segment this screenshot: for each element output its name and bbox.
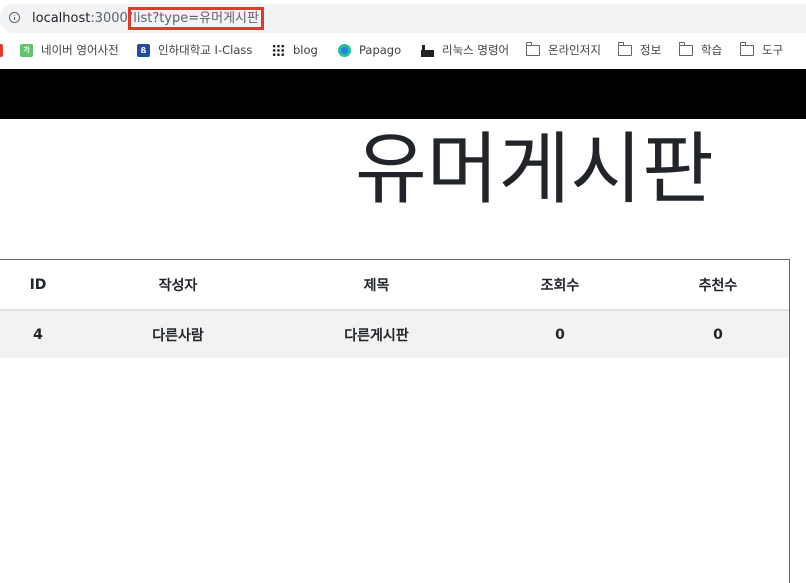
table-row[interactable]: 4 다른사람 다른게시판 0 0 <box>0 310 789 358</box>
bookmark-label: Papago <box>359 43 402 57</box>
bookmark-label: 네이버 영어사전 <box>41 43 119 57</box>
blog-dots-icon <box>272 43 285 57</box>
column-header-id: ID <box>0 260 76 311</box>
url-text[interactable]: localhost:3000/list?type=유머게시판 <box>32 7 264 30</box>
bookmark-folder-tools[interactable]: 도구 <box>739 38 784 62</box>
bookmark-label: 온라인저지 <box>548 43 601 57</box>
folder-icon <box>678 42 693 56</box>
bookmark-partial[interactable] <box>0 38 11 62</box>
red-app-icon <box>0 43 3 57</box>
table-header-row: ID 작성자 제목 조회수 추천수 <box>0 260 789 311</box>
bookmark-label: blog <box>293 43 318 57</box>
bookmark-label: 도구 <box>762 43 784 57</box>
folder-icon <box>617 42 632 56</box>
browser-chrome: localhost:3000/list?type=유머게시판 가 네이버 영어사… <box>0 0 806 69</box>
cell-id: 4 <box>33 326 43 343</box>
column-header-views: 조회수 <box>473 260 647 311</box>
bookmark-label: 인하대학교 I-Class <box>158 43 253 57</box>
bookmark-folder-study[interactable]: 학습 <box>678 38 723 62</box>
column-header-author: 작성자 <box>76 260 280 311</box>
bookmarks-bar: 가 네이버 영어사전 ß 인하대학교 I-Class blog Papago 리… <box>0 38 806 62</box>
column-header-title: 제목 <box>280 260 473 311</box>
info-icon[interactable] <box>9 12 20 23</box>
top-navbar <box>0 69 806 119</box>
url-host: localhost <box>32 11 91 26</box>
bookmark-folder-info[interactable]: 정보 <box>617 38 662 62</box>
naver-dictionary-icon: 가 <box>20 43 33 57</box>
board-container: ID 작성자 제목 조회수 추천수 4 다른사람 다른게시판 0 0 <box>0 259 790 583</box>
board-table: ID 작성자 제목 조회수 추천수 4 다른사람 다른게시판 0 0 <box>0 260 789 358</box>
column-header-recommends: 추천수 <box>647 260 789 311</box>
folder-icon <box>525 42 540 56</box>
papago-icon <box>338 43 351 57</box>
bookmark-label: 학습 <box>701 43 723 57</box>
bookmark-label: 정보 <box>640 43 662 57</box>
bookmark-naver-dictionary[interactable]: 가 네이버 영어사전 <box>20 38 119 62</box>
cell-views: 0 <box>555 326 565 343</box>
folder-icon <box>739 42 754 56</box>
cell-recommends: 0 <box>713 326 723 343</box>
url-port: :3000 <box>90 11 128 26</box>
cell-author: 다른사람 <box>152 327 204 344</box>
page-title: 유머게시판 <box>355 125 714 215</box>
bookmark-label: 리눅스 명령어 <box>442 43 510 57</box>
cell-title[interactable]: 다른게시판 <box>280 310 473 358</box>
bookmark-papago[interactable]: Papago <box>338 38 401 62</box>
address-bar[interactable]: localhost:3000/list?type=유머게시판 <box>0 4 806 33</box>
url-path-highlighted: list?type=유머게시판 <box>128 7 264 30</box>
bookmark-inha-iclass[interactable]: ß 인하대학교 I-Class <box>137 38 252 62</box>
bookmark-linux-commands[interactable]: 리눅스 명령어 <box>421 38 509 62</box>
inha-logo-icon: ß <box>137 43 150 57</box>
factory-icon <box>421 43 434 57</box>
bookmark-folder-online-judge[interactable]: 온라인저지 <box>525 38 601 62</box>
bookmark-blog[interactable]: blog <box>272 38 318 62</box>
